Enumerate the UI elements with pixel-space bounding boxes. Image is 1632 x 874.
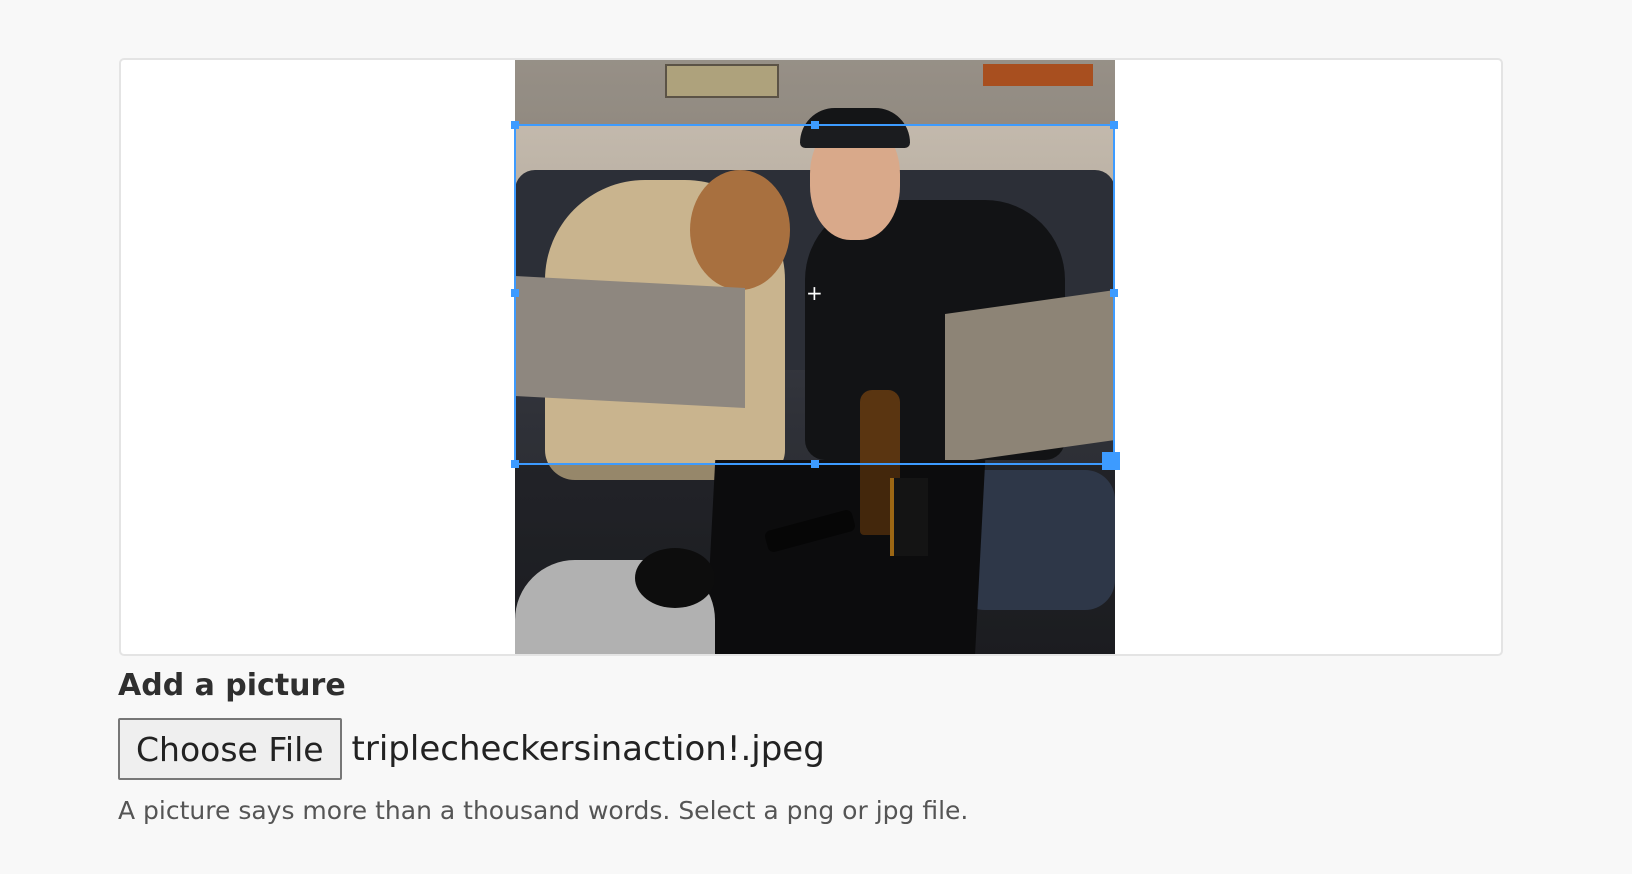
image-cropper[interactable]: +: [119, 58, 1503, 656]
help-text: A picture says more than a thousand word…: [118, 796, 969, 825]
crop-handle-bottom-right[interactable]: [1102, 452, 1120, 470]
crop-handle-bottom-left[interactable]: [511, 460, 519, 468]
crop-selection[interactable]: +: [511, 121, 1120, 470]
crop-handle-bottom[interactable]: [811, 460, 819, 468]
crop-handle-left[interactable]: [511, 289, 519, 297]
file-input[interactable]: Choose File triplecheckersinaction!.jpeg: [118, 718, 825, 780]
crop-mask-bottom: [515, 465, 1115, 654]
crop-mask-top: [515, 60, 1115, 124]
choose-file-button[interactable]: Choose File: [118, 718, 342, 780]
crop-center-icon: +: [806, 281, 823, 305]
crop-handle-top-left[interactable]: [511, 121, 519, 129]
crop-handle-top-right[interactable]: [1110, 121, 1118, 129]
field-label: Add a picture: [118, 668, 346, 703]
crop-handle-right[interactable]: [1110, 289, 1118, 297]
crop-handle-top[interactable]: [811, 121, 819, 129]
selected-file-name: triplecheckersinaction!.jpeg: [351, 729, 825, 769]
